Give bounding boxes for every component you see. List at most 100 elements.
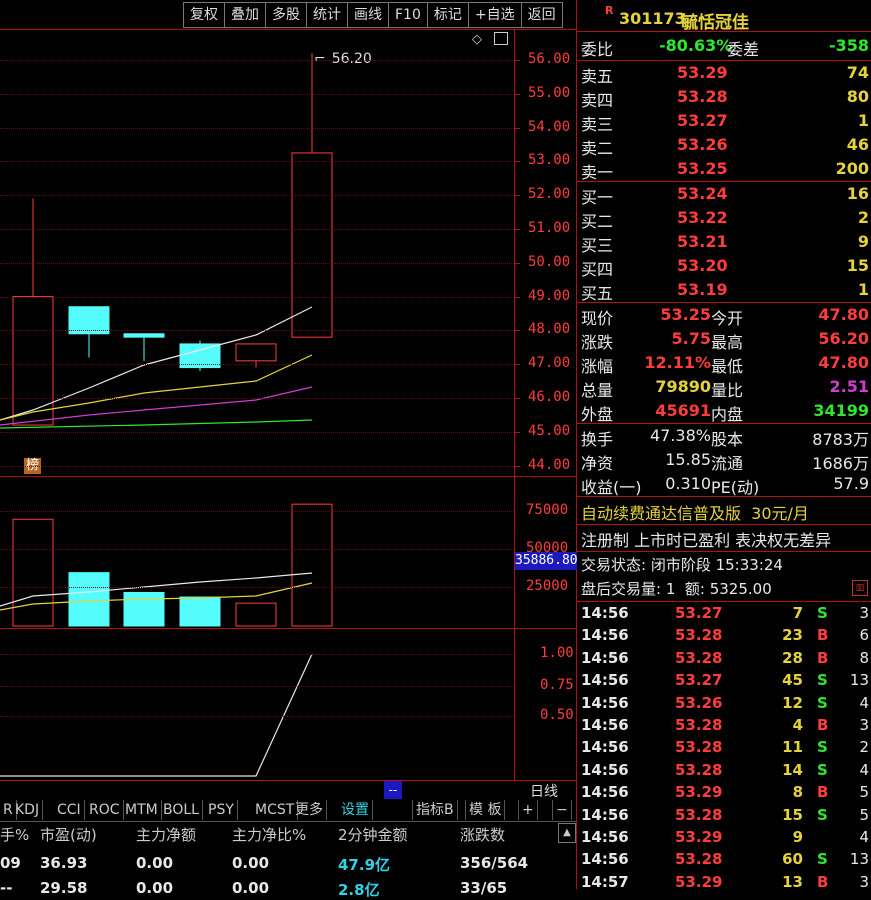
- candle-body[interactable]: [123, 333, 165, 338]
- order-row[interactable]: 卖四 53.28 80: [581, 85, 869, 110]
- order-row[interactable]: 卖五 53.29 74: [581, 61, 869, 86]
- order-row[interactable]: 买五 53.19 1: [581, 278, 869, 303]
- stat-row: 净资 15.85 流通 1686万: [581, 448, 869, 473]
- tick-row[interactable]: 14:57 53.29 13 B 3: [581, 872, 871, 894]
- tick-count: 5: [859, 805, 869, 824]
- indicator-tab[interactable]: 指标B: [412, 800, 458, 820]
- diamond-icon[interactable]: ◇: [472, 32, 482, 47]
- stat-row: 收益(一) 0.310 PE(动) 57.9: [581, 472, 869, 497]
- tick-row[interactable]: 14:56 53.29 8 B 5: [581, 782, 871, 804]
- scroll-up-icon[interactable]: ▲: [558, 823, 576, 843]
- tick-count: 4: [859, 828, 869, 846]
- volume-bar[interactable]: [12, 518, 54, 627]
- stat-row: 现价 53.25 今开 47.80: [581, 303, 869, 328]
- gridline: [0, 549, 514, 550]
- tick-time: 14:57: [581, 872, 629, 891]
- tick-price: 53.27: [675, 604, 723, 622]
- order-label: 买二: [581, 212, 614, 231]
- candle-body[interactable]: [291, 152, 333, 338]
- tick-volume: 8: [792, 783, 803, 802]
- indicator-tab[interactable]: −: [552, 800, 572, 820]
- gridline: [0, 229, 514, 230]
- indicator-tab[interactable]: 设置: [338, 800, 373, 820]
- period-label[interactable]: 日线: [530, 781, 558, 801]
- candle-body[interactable]: [235, 343, 277, 362]
- price-tick: [514, 364, 520, 366]
- order-row[interactable]: 买一 53.24 16: [581, 182, 869, 207]
- volume-bar[interactable]: [235, 602, 277, 627]
- price-tick: [514, 60, 520, 61]
- tick-volume: 28: [782, 648, 803, 667]
- indicator-tab[interactable]: CCI: [54, 800, 85, 820]
- volume-bar[interactable]: [291, 503, 333, 627]
- tick-row[interactable]: 14:56 53.28 11 S 2: [581, 737, 871, 759]
- gridline: [0, 716, 514, 717]
- tick-row[interactable]: 14:56 53.29 9 4: [581, 827, 871, 849]
- stock-code: 301173: [619, 9, 686, 28]
- table-cell: 0.00: [232, 854, 270, 872]
- order-price: 53.20: [677, 256, 728, 275]
- price-tick-label: 49.00: [528, 287, 571, 304]
- order-row[interactable]: 买二 53.22 2: [581, 206, 869, 231]
- tick-volume: 45: [782, 671, 803, 690]
- tick-price: 53.26: [675, 693, 723, 712]
- order-row[interactable]: 卖二 53.26 46: [581, 133, 869, 158]
- price-tick: [514, 229, 520, 230]
- indicator-tab[interactable]: MTM: [122, 800, 162, 820]
- stat-value: 2.51: [829, 377, 869, 396]
- tick-price: 53.28: [675, 738, 723, 757]
- volume-bar[interactable]: [68, 572, 110, 627]
- indicator-tab[interactable]: 模 板: [465, 800, 506, 820]
- order-row[interactable]: 买四 53.20 15: [581, 254, 869, 279]
- indicator-tab[interactable]: PSY: [205, 800, 238, 820]
- tick-row[interactable]: 14:56 53.28 23 B 6: [581, 625, 871, 647]
- order-row[interactable]: 卖三 53.27 1: [581, 109, 869, 134]
- order-row[interactable]: 买三 53.21 9: [581, 230, 869, 255]
- price-tick-label: 54.00: [528, 118, 571, 135]
- tick-row[interactable]: 14:56 53.27 7 S 3: [581, 603, 871, 625]
- candle-body[interactable]: [12, 296, 54, 426]
- tick-count: 8: [859, 648, 869, 667]
- tick-row[interactable]: 14:56 53.28 15 S 5: [581, 805, 871, 827]
- tick-side: S: [817, 805, 828, 824]
- table-cell: 29.58: [40, 879, 88, 897]
- price-tick-label: 56.00: [528, 51, 571, 67]
- order-volume: 2: [857, 208, 869, 227]
- indicator-tab[interactable]: 更多: [292, 800, 327, 820]
- tick-count: 3: [859, 872, 869, 891]
- tick-row[interactable]: 14:56 53.27 45 S 13: [581, 670, 871, 692]
- volume-bar[interactable]: [123, 591, 165, 627]
- stat-value: 53.25: [660, 305, 711, 324]
- indicator-tab[interactable]: +: [518, 800, 538, 820]
- order-label: 买四: [581, 260, 614, 279]
- stat-label: 内盘: [711, 405, 744, 424]
- window-toggle-icon[interactable]: [494, 32, 508, 45]
- indicator-tab[interactable]: ROC: [86, 800, 124, 820]
- kline-chart[interactable]: [0, 0, 576, 800]
- gridline: [0, 587, 514, 588]
- order-price: 53.22: [677, 208, 728, 227]
- tick-row[interactable]: 14:56 53.28 60 S 13: [581, 849, 871, 871]
- tick-row[interactable]: 14:56 53.28 4 B 3: [581, 715, 871, 737]
- volume-bar[interactable]: [179, 596, 221, 627]
- gridline: [0, 398, 514, 399]
- chart-icon[interactable]: ▥: [852, 580, 868, 596]
- stat-label: 流通: [711, 454, 744, 473]
- gridline: [0, 296, 514, 298]
- stat-label: 换手: [581, 430, 614, 449]
- indicator-tab[interactable]: BOLL: [160, 800, 203, 820]
- tick-time: 14:56: [581, 716, 629, 734]
- order-label: 卖五: [581, 67, 614, 86]
- tick-time: 14:56: [581, 850, 629, 869]
- promo-link[interactable]: 自动续费通达信普及版 30元/月: [581, 500, 809, 524]
- tick-row[interactable]: 14:56 53.26 12 S 4: [581, 693, 871, 715]
- order-row[interactable]: 卖一 53.25 200: [581, 157, 869, 182]
- order-label: 卖三: [581, 115, 614, 134]
- table-cell: 09: [0, 854, 21, 872]
- price-tick-label: 45.00: [528, 422, 571, 439]
- tick-row[interactable]: 14:56 53.28 14 S 4: [581, 760, 871, 782]
- tick-side: B: [817, 783, 829, 802]
- tick-row[interactable]: 14:56 53.28 28 B 8: [581, 648, 871, 670]
- indicator-tab[interactable]: KDJ: [12, 800, 44, 820]
- table-cell: 356/564: [460, 854, 529, 872]
